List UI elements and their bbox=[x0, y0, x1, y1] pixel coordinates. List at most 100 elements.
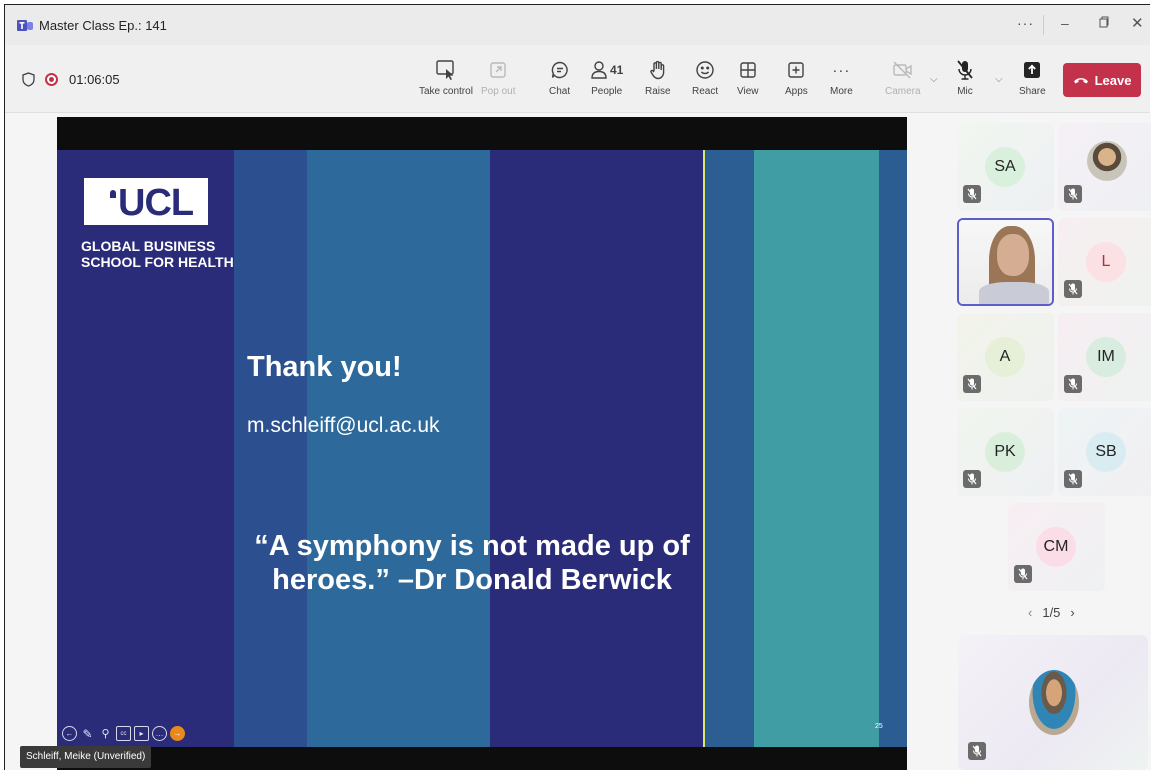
more-options-icon[interactable]: … bbox=[152, 726, 167, 741]
participant-tile[interactable]: PK bbox=[957, 408, 1054, 496]
slide-letterbox-top bbox=[57, 117, 907, 150]
participant-initials: CM bbox=[1036, 527, 1076, 567]
camera-off-icon bbox=[893, 61, 912, 79]
meeting-timer: 01:06:05 bbox=[69, 72, 120, 87]
camera-options-chevron-icon[interactable]: ⌵ bbox=[930, 74, 938, 85]
slide-quote: “A symphony is not made up of heroes.” –… bbox=[227, 529, 717, 597]
slide-stripe bbox=[879, 150, 907, 747]
participant-tile[interactable]: IM bbox=[1058, 313, 1151, 401]
gallery-pager: ‹ 1/5 › bbox=[1028, 605, 1075, 620]
raise-hand-button[interactable]: Raise bbox=[645, 57, 671, 105]
avatar bbox=[1087, 141, 1127, 181]
people-icon bbox=[591, 61, 607, 79]
participant-tile[interactable]: CM bbox=[1008, 503, 1105, 591]
people-count: 41 bbox=[610, 63, 624, 77]
camera-toggle-icon[interactable]: ▸ bbox=[134, 726, 149, 741]
mic-off-icon bbox=[963, 185, 981, 203]
leave-button[interactable]: Leave bbox=[1063, 63, 1141, 97]
view-button[interactable]: View bbox=[737, 57, 759, 105]
react-label: React bbox=[692, 86, 719, 97]
slide-presenter-tools: ← ✎ ⚲ cc ▸ … → bbox=[62, 726, 185, 741]
people-label: People bbox=[591, 86, 623, 97]
participant-initials: PK bbox=[985, 432, 1025, 472]
captions-icon[interactable]: cc bbox=[116, 726, 131, 741]
slide-stripe bbox=[754, 150, 879, 747]
smiley-icon bbox=[696, 61, 714, 79]
zoom-icon[interactable]: ⚲ bbox=[98, 726, 113, 741]
mic-off-icon bbox=[963, 375, 981, 393]
participant-tile[interactable]: SB bbox=[1058, 408, 1151, 496]
ucl-subtitle-line-1: GLOBAL BUSINESS bbox=[81, 238, 216, 254]
share-button[interactable]: Share bbox=[1019, 57, 1046, 105]
participant-tile[interactable] bbox=[1058, 123, 1151, 211]
participant-gallery: SA L A IM PK SB CM ‹ 1/5 › bbox=[950, 114, 1151, 770]
ucl-subtitle-line-2: SCHOOL FOR HEALTH bbox=[81, 254, 234, 270]
slide-page-number: 25 bbox=[875, 723, 883, 730]
participant-tile-speaking[interactable] bbox=[957, 218, 1054, 306]
add-apps-icon bbox=[788, 62, 805, 78]
chat-button[interactable]: Chat bbox=[549, 57, 570, 105]
people-button[interactable]: 41 People bbox=[590, 57, 623, 105]
teams-app-icon bbox=[17, 20, 33, 31]
mic-off-icon bbox=[1064, 185, 1082, 203]
presentation-slide[interactable]: UCL GLOBAL BUSINESS SCHOOL FOR HEALTH Th… bbox=[57, 117, 907, 770]
apps-button[interactable]: Apps bbox=[785, 57, 808, 105]
react-button[interactable]: React bbox=[692, 57, 718, 105]
self-view-tile[interactable] bbox=[958, 635, 1148, 770]
view-label: View bbox=[737, 86, 759, 97]
mic-options-chevron-icon[interactable]: ⌵ bbox=[995, 74, 1003, 85]
raise-label: Raise bbox=[645, 86, 671, 97]
pop-out-button[interactable]: Pop out bbox=[481, 57, 515, 105]
participant-tile[interactable]: SA bbox=[957, 123, 1054, 211]
more-button[interactable]: ··· More bbox=[830, 57, 853, 105]
apps-label: Apps bbox=[785, 86, 808, 97]
chat-icon bbox=[551, 61, 568, 79]
pop-out-icon bbox=[490, 62, 506, 78]
shield-icon[interactable] bbox=[22, 72, 35, 87]
pen-icon[interactable]: ✎ bbox=[80, 726, 95, 741]
raise-hand-icon bbox=[650, 60, 665, 80]
divider bbox=[1043, 15, 1044, 35]
shared-content-stage: UCL GLOBAL BUSINESS SCHOOL FOR HEALTH Th… bbox=[5, 114, 950, 770]
previous-slide-icon[interactable]: ← bbox=[62, 726, 77, 741]
chat-label: Chat bbox=[549, 86, 571, 97]
chevron-right-icon[interactable]: › bbox=[1070, 605, 1074, 620]
ucl-portico-icon bbox=[110, 190, 116, 198]
minimize-icon[interactable]: – bbox=[1061, 15, 1069, 31]
pop-out-label: Pop out bbox=[481, 86, 516, 97]
take-control-button[interactable]: Take control bbox=[419, 57, 473, 105]
mic-off-icon bbox=[968, 742, 986, 760]
mic-off-icon bbox=[963, 470, 981, 488]
slide-letterbox-bottom bbox=[57, 747, 907, 770]
restore-icon[interactable] bbox=[1099, 16, 1109, 28]
slide-stripe bbox=[307, 150, 490, 747]
chevron-left-icon[interactable]: ‹ bbox=[1028, 605, 1032, 620]
slide-email: m.schleiff@ucl.ac.uk bbox=[247, 414, 440, 437]
close-icon[interactable]: ✕ bbox=[1131, 14, 1144, 32]
participant-initials: SB bbox=[1086, 432, 1126, 472]
camera-label: Camera bbox=[885, 86, 921, 97]
mic-off-icon bbox=[1014, 565, 1032, 583]
participant-video-face bbox=[997, 234, 1029, 276]
slide-quote-line-1: “A symphony is not made up of bbox=[254, 530, 690, 562]
presenter-name-tag: Schleiff, Meike (Unverified) bbox=[20, 746, 152, 768]
leave-label: Leave bbox=[1094, 72, 1132, 88]
hang-up-icon bbox=[1073, 78, 1088, 84]
slide-quote-line-2: heroes.” –Dr Donald Berwick bbox=[272, 564, 672, 596]
camera-button[interactable]: Camera bbox=[885, 57, 921, 105]
avatar bbox=[1029, 670, 1079, 735]
participant-tile[interactable]: L bbox=[1058, 218, 1151, 306]
participant-initials: A bbox=[985, 337, 1025, 377]
participant-tile[interactable]: A bbox=[957, 313, 1054, 401]
mic-off-icon bbox=[957, 60, 973, 80]
ucl-logo-text: UCL bbox=[118, 182, 194, 224]
recording-icon bbox=[45, 73, 58, 86]
mic-label: Mic bbox=[957, 86, 973, 97]
slide-stripe bbox=[705, 150, 754, 747]
next-slide-icon[interactable]: → bbox=[170, 726, 185, 741]
teams-window: Master Class Ep.: 141 ··· – ✕ 01:06:05 T… bbox=[4, 4, 1151, 770]
mic-off-icon bbox=[1064, 280, 1082, 298]
mic-button[interactable]: Mic bbox=[955, 57, 975, 105]
participant-video-shoulders bbox=[979, 282, 1049, 304]
ellipsis-icon[interactable]: ··· bbox=[1017, 15, 1034, 31]
